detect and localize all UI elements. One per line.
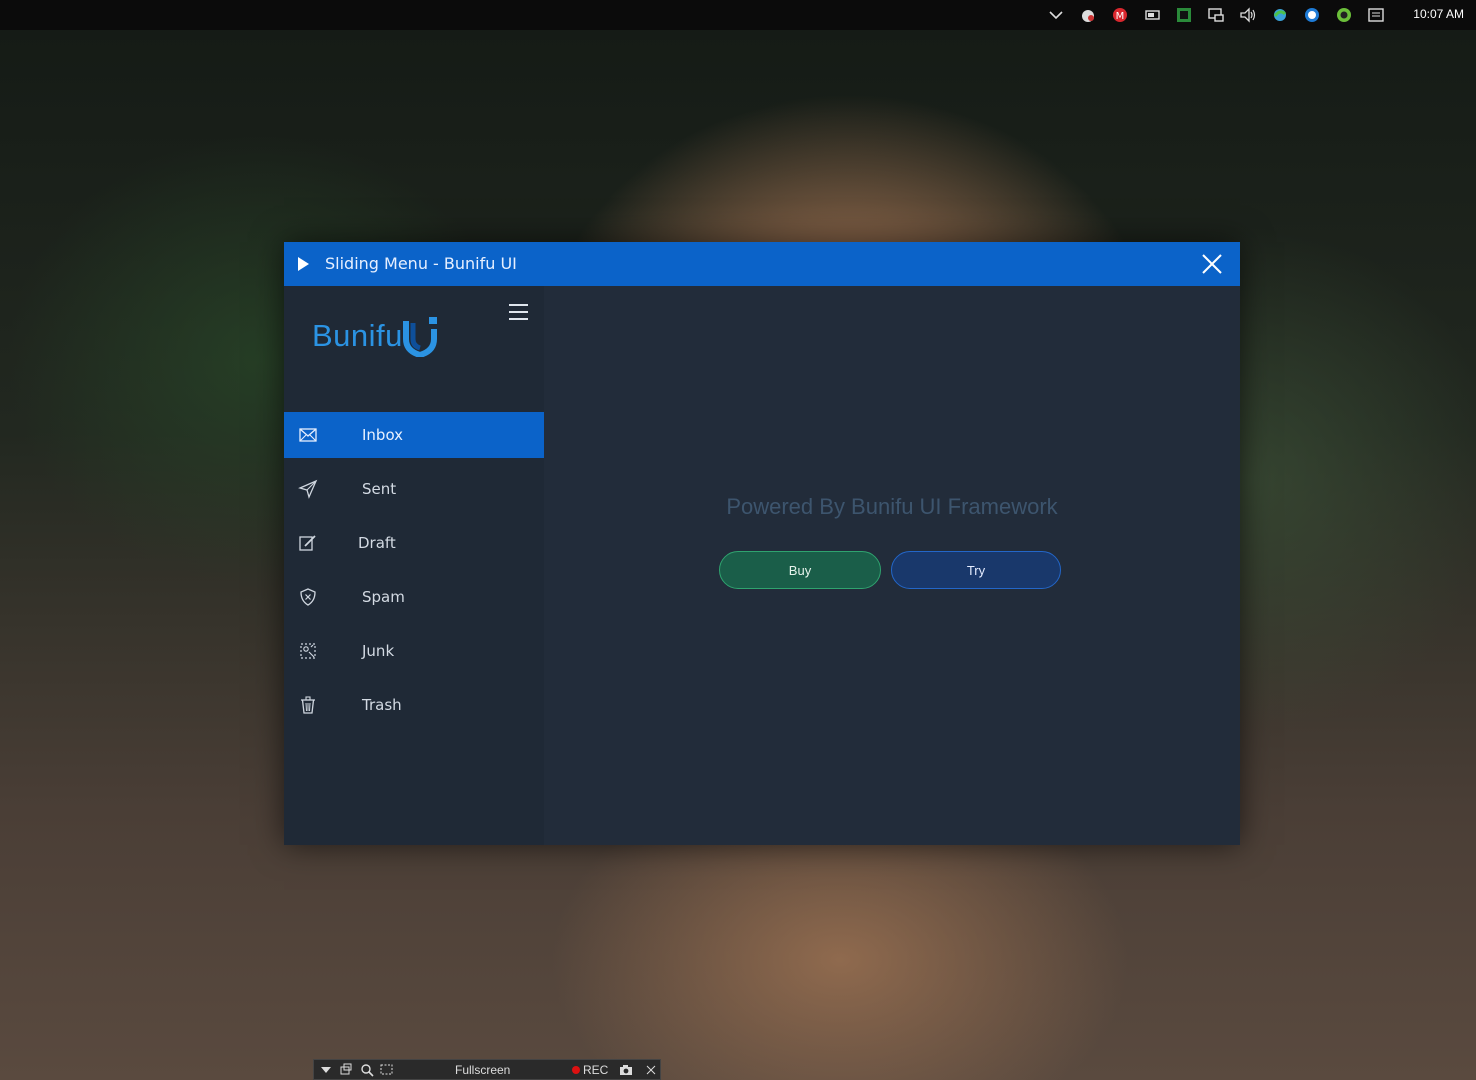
main-content: Powered By Bunifu UI Framework Buy Try — [544, 286, 1240, 845]
menu-item-inbox[interactable]: Inbox — [284, 412, 544, 458]
close-button[interactable] — [1198, 250, 1226, 278]
green-app-icon[interactable] — [1174, 5, 1194, 25]
close-icon — [1202, 254, 1222, 274]
buy-button[interactable]: Buy — [719, 551, 881, 589]
menu-item-sent[interactable]: Sent — [284, 466, 544, 512]
menu-item-spam[interactable]: Spam — [284, 574, 544, 620]
info-icon[interactable] — [1302, 5, 1322, 25]
title-bar[interactable]: Sliding Menu - Bunifu UI — [284, 242, 1240, 286]
tray-icons: M — [1046, 5, 1386, 25]
menu-item-draft[interactable]: Draft — [284, 520, 544, 566]
volume-icon[interactable] — [1238, 5, 1258, 25]
send-icon — [298, 479, 318, 499]
region-select-icon[interactable] — [380, 1063, 394, 1077]
menu-item-label: Sent — [362, 480, 397, 498]
nav-menu: Inbox Sent Draft Spam Junk Trash — [284, 412, 544, 736]
close-icon[interactable] — [645, 1064, 657, 1076]
logo-text: Bunifu — [312, 318, 403, 353]
rec-label: REC — [583, 1063, 609, 1077]
menu-item-label: Spam — [362, 588, 405, 606]
menu-item-label: Draft — [358, 534, 396, 552]
green-circle-icon[interactable] — [1334, 5, 1354, 25]
shield-icon — [300, 588, 316, 606]
fullscreen-label[interactable]: Fullscreen — [455, 1063, 510, 1077]
recorder-toolbar: Fullscreen REC — [313, 1059, 661, 1080]
network-icon[interactable] — [1206, 5, 1226, 25]
app-window: Sliding Menu - Bunifu UI Bunifu Inbox Se… — [284, 242, 1240, 845]
menu-item-label: Trash — [362, 696, 402, 714]
menu-item-trash[interactable]: Trash — [284, 682, 544, 728]
menu-item-label: Inbox — [362, 426, 404, 444]
trash-icon — [301, 696, 315, 714]
logo-u-mark-icon — [402, 317, 437, 357]
edit-icon — [299, 535, 316, 551]
window-title: Sliding Menu - Bunifu UI — [325, 254, 517, 273]
record-dot-icon — [572, 1066, 580, 1074]
hamburger-menu-button[interactable] — [509, 304, 528, 320]
camera-icon[interactable] — [619, 1064, 633, 1076]
sync-icon[interactable] — [1270, 5, 1290, 25]
battery-icon[interactable] — [1142, 5, 1162, 25]
try-button[interactable]: Try — [891, 551, 1061, 589]
mail-icon — [299, 428, 317, 442]
system-tray: M 10:07 AM — [0, 0, 1476, 30]
svg-text:M: M — [1116, 11, 1125, 22]
clock[interactable]: 10:07 AM — [1413, 7, 1464, 21]
powered-by-text: Powered By Bunifu UI Framework — [726, 494, 1058, 519]
sidebar: Bunifu Inbox Sent Draft Spam Junk Trash — [284, 286, 544, 845]
app-icon[interactable] — [1078, 5, 1098, 25]
menu-item-label: Junk — [362, 642, 395, 660]
menu-item-junk[interactable]: Junk — [284, 628, 544, 674]
dropdown-arrow-icon[interactable] — [320, 1065, 332, 1075]
zoom-icon[interactable] — [360, 1063, 374, 1077]
junk-icon — [300, 643, 316, 659]
play-icon — [298, 257, 309, 271]
mega-icon[interactable]: M — [1110, 5, 1130, 25]
chevron-up-icon[interactable] — [1046, 5, 1066, 25]
notification-icon[interactable] — [1366, 5, 1386, 25]
rec-button[interactable]: REC — [572, 1063, 608, 1077]
bunifu-logo: Bunifu — [312, 312, 437, 360]
window-mode-icon[interactable] — [340, 1063, 352, 1077]
